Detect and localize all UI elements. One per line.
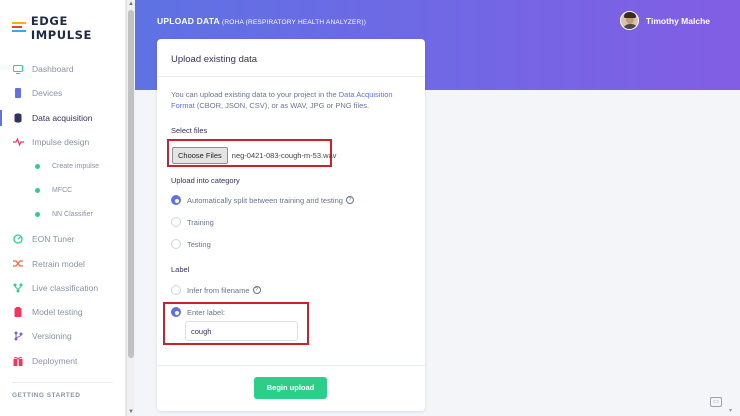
begin-upload-button[interactable]: Begin upload xyxy=(254,377,327,399)
user-name: Timothy Malche xyxy=(645,15,710,26)
sidebar-item-label: Live classification xyxy=(32,282,99,293)
avatar xyxy=(619,11,639,30)
chat-icon[interactable]: ▭ xyxy=(710,397,722,407)
description-text: You can upload existing data to your pro… xyxy=(171,90,339,99)
sidebar-item-label: NN Classifier xyxy=(52,211,93,219)
category-option-label: Training xyxy=(187,217,214,227)
category-option-training[interactable]: Training xyxy=(171,217,214,227)
upload-description: You can upload existing data to your pro… xyxy=(171,89,413,111)
category-option-label: Testing xyxy=(187,239,211,249)
scroll-up-arrow-icon[interactable]: ▲ xyxy=(128,1,134,7)
sidebar-item-label: Deployment xyxy=(32,355,78,366)
devices-icon xyxy=(12,88,24,99)
branch-icon xyxy=(12,331,24,341)
sidebar-item-dashboard[interactable]: Dashboard xyxy=(0,57,126,81)
pulse-icon xyxy=(12,137,24,147)
green-dot-icon xyxy=(35,163,40,169)
help-icon[interactable]: ? xyxy=(252,286,261,294)
sidebar-item-create-impulse[interactable]: Create impulse xyxy=(0,154,126,178)
sidebar-item-label: Create impulse xyxy=(52,162,100,170)
sidebar-scrollbar[interactable]: ▲ ▼ xyxy=(126,0,135,416)
database-icon xyxy=(12,113,24,123)
clipboard-icon xyxy=(12,307,24,318)
sidebar-item-devices[interactable]: Devices xyxy=(0,81,126,105)
label-section-heading: Label xyxy=(171,265,190,274)
sidebar-item-model-testing[interactable]: Model testing xyxy=(0,300,126,324)
gift-icon xyxy=(12,356,24,366)
help-icon[interactable]: ? xyxy=(345,196,354,204)
shuffle-icon xyxy=(12,259,24,269)
edge-impulse-logo[interactable]: EDGE IMPULSE xyxy=(12,14,125,42)
file-input[interactable]: Choose Files neg-0421-083-cough-m-53.wav xyxy=(172,147,336,164)
sidebar-item-mfcc[interactable]: MFCC xyxy=(0,178,126,202)
card-footer-divider xyxy=(157,365,425,366)
sidebar: EDGE IMPULSE Dashboard Devices Data acqu… xyxy=(0,0,126,416)
sidebar-item-label: Impulse design xyxy=(32,137,90,148)
sidebar-item-nn-classifier[interactable]: NN Classifier xyxy=(0,203,126,227)
description-text-suffix: (CBOR, JSON, CSV), or as WAV, JPG or PNG… xyxy=(194,101,370,110)
logo-text: EDGE IMPULSE xyxy=(30,14,92,42)
label-input[interactable]: cough xyxy=(185,321,298,341)
radio-unchecked[interactable] xyxy=(171,217,181,227)
sidebar-item-impulse-design[interactable]: Impulse design xyxy=(0,130,126,154)
sidebar-item-label: Retrain model xyxy=(32,258,85,269)
scroll-down-arrow-icon[interactable]: ▾ xyxy=(729,407,732,414)
sidebar-divider xyxy=(12,382,113,383)
sidebar-scroll-thumb[interactable] xyxy=(128,10,134,358)
label-option-text: Infer from filename xyxy=(187,285,250,295)
category-option-testing[interactable]: Testing xyxy=(171,239,211,249)
user-menu[interactable]: Timothy Malche xyxy=(619,11,710,30)
tree-icon xyxy=(12,283,24,293)
sidebar-item-versioning[interactable]: Versioning xyxy=(0,324,126,348)
getting-started-heading[interactable]: GETTING STARTED xyxy=(12,392,80,399)
monitor-icon xyxy=(12,64,24,74)
card-body: You can upload existing data to your pro… xyxy=(171,89,413,111)
sidebar-item-data-acquisition[interactable]: Data acquisition xyxy=(0,106,126,130)
sidebar-item-eon-tuner[interactable]: EON Tuner xyxy=(0,227,126,251)
sidebar-item-label: Dashboard xyxy=(32,64,74,75)
category-option-auto-split[interactable]: Automatically split between training and… xyxy=(171,195,354,205)
selected-file-name: neg-0421-083-cough-m-53.wav xyxy=(231,151,337,160)
sidebar-item-label: EON Tuner xyxy=(32,234,75,245)
logo-mark-icon xyxy=(12,22,26,34)
tuner-icon xyxy=(12,234,24,244)
radio-unchecked[interactable] xyxy=(171,239,181,249)
sidebar-item-deployment[interactable]: Deployment xyxy=(0,349,126,373)
radio-checked[interactable] xyxy=(171,195,181,205)
radio-checked[interactable] xyxy=(171,307,181,317)
label-option-infer-from-filename[interactable]: Infer from filename ? xyxy=(171,285,261,295)
sidebar-item-label: Versioning xyxy=(32,331,72,342)
label-option-text: Enter label: xyxy=(187,307,225,317)
sidebar-item-retrain-model[interactable]: Retrain model xyxy=(0,251,126,275)
radio-unchecked[interactable] xyxy=(171,285,181,295)
card-title: Upload existing data xyxy=(157,39,425,77)
sidebar-item-label: Devices xyxy=(32,88,63,99)
sidebar-item-label: Data acquisition xyxy=(32,112,93,123)
sidebar-item-live-classification[interactable]: Live classification xyxy=(0,276,126,300)
sidebar-item-label: MFCC xyxy=(52,187,73,195)
page-title-text: UPLOAD DATA xyxy=(157,16,220,26)
sidebar-nav: Dashboard Devices Data acquisition Impul… xyxy=(0,57,126,373)
green-dot-icon xyxy=(35,188,40,194)
scroll-down-arrow-icon[interactable]: ▼ xyxy=(128,409,134,415)
green-dot-icon xyxy=(35,212,40,218)
label-option-enter-label[interactable]: Enter label: xyxy=(171,307,225,317)
upload-category-label: Upload into category xyxy=(171,176,240,185)
sidebar-item-label: Model testing xyxy=(32,307,83,318)
category-option-label: Automatically split between training and… xyxy=(187,195,343,205)
project-name: (ROHA (RESPIRATORY HEALTH ANALYZER)) xyxy=(222,19,367,26)
page-title: UPLOAD DATA (ROHA (RESPIRATORY HEALTH AN… xyxy=(157,16,366,26)
select-files-label: Select files xyxy=(171,126,208,135)
choose-files-button[interactable]: Choose Files xyxy=(172,147,228,164)
